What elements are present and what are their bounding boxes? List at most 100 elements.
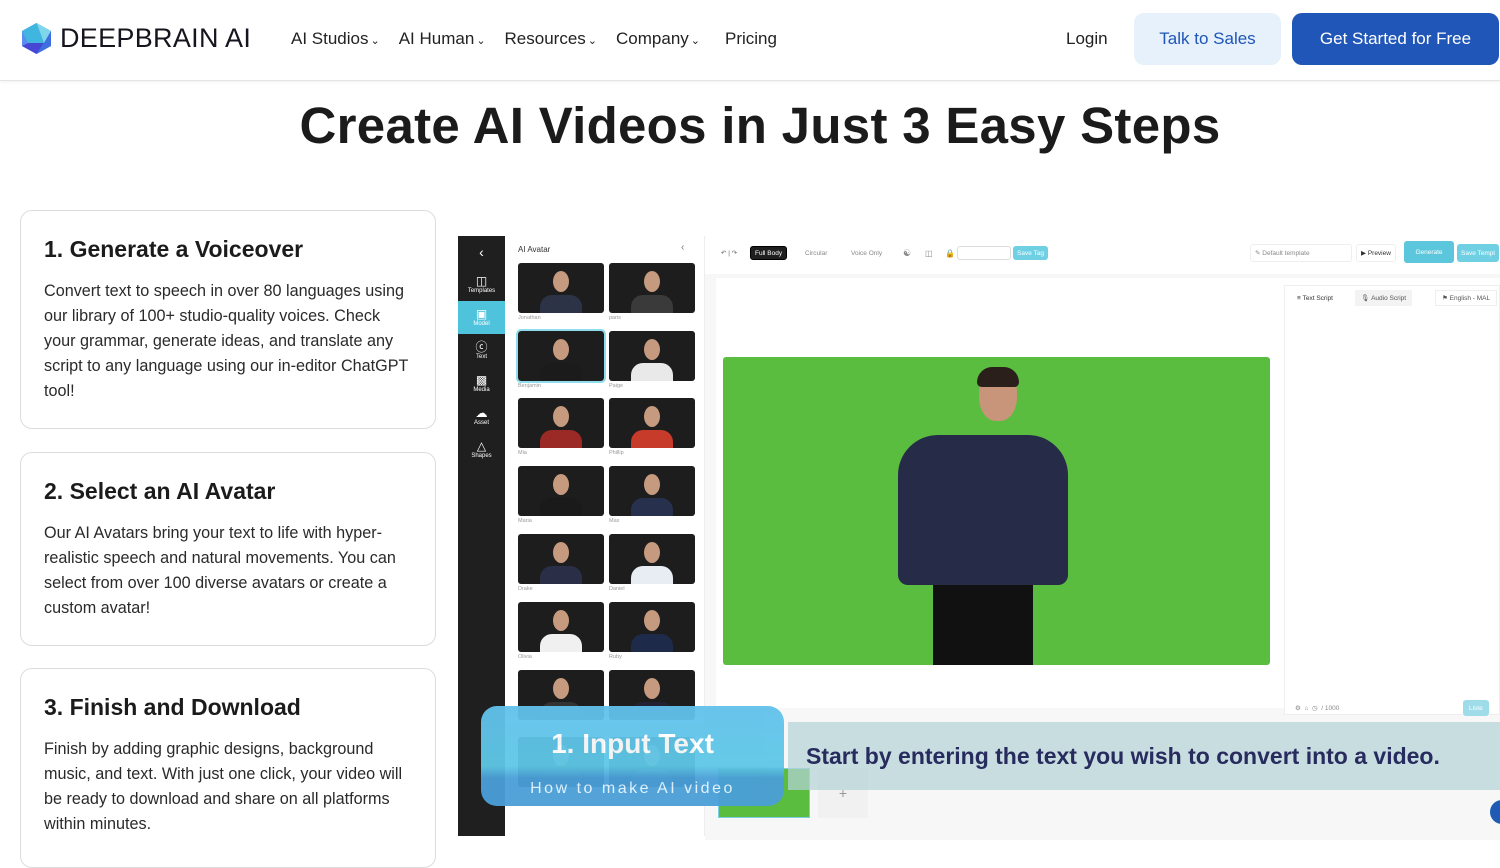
avatar-figure — [631, 634, 673, 652]
step-overlay-badge: 1. Input Text How to make AI video — [481, 706, 784, 806]
avatar-figure — [553, 474, 569, 495]
avatar-figure — [977, 367, 1019, 387]
nav-resources[interactable]: Resources ⌄ — [505, 29, 597, 49]
sidebar-item-text[interactable]: ⓒ Text — [458, 334, 505, 367]
avatar-thumbnail[interactable] — [609, 466, 695, 516]
sidebar-item-templates[interactable]: ◫ Templates — [458, 268, 505, 301]
avatar-thumbnail[interactable] — [518, 602, 604, 652]
avatar-figure — [553, 339, 569, 360]
brand-name: DEEPBRAIN AI — [60, 23, 252, 53]
language-label: English - MAL — [1449, 294, 1491, 302]
video-canvas[interactable] — [723, 357, 1270, 665]
preview-label: Preview — [1367, 249, 1391, 257]
avatar-figure — [644, 339, 660, 360]
avatar-thumbnail[interactable] — [516, 329, 606, 383]
avatar-swap-icon[interactable]: ☯ — [899, 246, 915, 260]
listen-button[interactable]: Liste — [1463, 700, 1489, 716]
chevron-down-icon: ⌄ — [587, 35, 598, 47]
preview-button[interactable]: ▶ Preview — [1356, 244, 1396, 262]
sidebar-item-media[interactable]: ▩ Media — [458, 367, 505, 400]
image-icon: ▩ — [475, 373, 488, 387]
voice-only-button[interactable]: Voice Only — [847, 246, 886, 260]
avatar-figure — [540, 295, 582, 313]
nav-company[interactable]: Company ⌄ — [616, 29, 700, 49]
sidebar-label: Media — [473, 387, 490, 393]
cloud-upload-icon: ☁ — [475, 406, 488, 420]
sidebar-label: Templates — [467, 288, 496, 294]
avatar-thumbnail[interactable] — [518, 263, 604, 313]
avatar-thumbnail[interactable] — [609, 602, 695, 652]
step-card-download: 3. Finish and Download Finish by adding … — [20, 668, 436, 868]
step-body: Convert text to speech in over 80 langua… — [44, 282, 409, 400]
nav-pricing[interactable]: Pricing — [725, 29, 777, 49]
nav-label: AI Studios — [291, 29, 369, 48]
avatar-figure — [553, 406, 569, 427]
script-footer: ⚙ ⌂ ◷ / 1000 — [1295, 704, 1340, 713]
avatar-figure — [644, 271, 660, 292]
avatar-name: Olivia — [518, 654, 532, 660]
avatar-thumbnail[interactable] — [609, 534, 695, 584]
avatar-figure — [540, 634, 582, 652]
avatar-thumbnail[interactable] — [609, 331, 695, 381]
avatar-figure — [644, 610, 660, 631]
layers-icon[interactable]: ◫ — [921, 246, 937, 260]
avatar-thumbnail[interactable] — [518, 534, 604, 584]
nav-label: AI Human — [398, 29, 475, 48]
sidebar-label: Asset — [473, 420, 489, 426]
shapes-icon: △ — [476, 439, 487, 453]
avatar-name: Drake — [518, 586, 533, 592]
full-body-button[interactable]: Full Body — [750, 246, 788, 260]
step-card-voiceover: 1. Generate a Voiceover Convert text to … — [20, 210, 436, 429]
avatar-figure — [631, 430, 673, 448]
panel-collapse-icon[interactable]: ‹ — [681, 242, 684, 253]
save-template-button[interactable]: Save Templ — [1457, 244, 1499, 262]
brand-logo[interactable]: DEEPBRAIN AI — [22, 23, 251, 54]
avatar-thumbnail[interactable] — [518, 398, 604, 448]
nav-ai-human[interactable]: AI Human ⌄ — [399, 29, 486, 49]
avatar-name: Maria — [518, 518, 532, 524]
tab-audio-script[interactable]: 🎙 Audio Script — [1355, 290, 1413, 306]
get-started-button[interactable]: Get Started for Free — [1292, 13, 1499, 65]
panel-title: AI Avatar — [518, 245, 551, 254]
tab-text-script[interactable]: ≡ Text Script — [1291, 290, 1339, 306]
tab-label: Audio Script — [1371, 294, 1407, 302]
avatar-name: Jonathan — [518, 315, 541, 321]
main-menu: AI Studios ⌄ AI Human ⌄ Resources ⌄ Company… — [291, 29, 777, 49]
sidebar-item-model[interactable]: ▣ Model — [458, 301, 505, 334]
tag-input[interactable] — [957, 246, 1011, 260]
generate-button[interactable]: Generate — [1404, 241, 1454, 263]
avatar-thumbnail[interactable] — [518, 466, 604, 516]
avatar-name: Mia — [518, 450, 527, 456]
nav-ai-studios[interactable]: AI Studios ⌄ — [291, 29, 380, 49]
avatar-figure — [631, 363, 673, 381]
avatar-figure — [631, 295, 673, 313]
avatar-name: Ruby — [609, 654, 622, 660]
deepbrain-logo-icon — [22, 23, 51, 54]
step-body: Our AI Avatars bring your text to life w… — [44, 524, 396, 617]
overlay-caption: Start by entering the text you wish to c… — [788, 722, 1500, 790]
script-panel: ≡ Text Script 🎙 Audio Script ⚑ English -… — [1284, 285, 1500, 716]
talk-to-sales-button[interactable]: Talk to Sales — [1134, 13, 1281, 65]
circular-button[interactable]: Circular — [801, 246, 831, 260]
undo-redo-icon[interactable]: ↶ | ↷ — [717, 246, 741, 260]
page-title: Create AI Videos in Just 3 Easy Steps — [299, 97, 1221, 154]
avatar-name: Daniel — [609, 586, 625, 592]
char-count: / 1000 — [1321, 704, 1340, 712]
avatar-name: Paige — [609, 383, 624, 389]
collapse-chevron-icon[interactable]: ‹ — [458, 236, 505, 268]
avatar-figure — [553, 271, 569, 292]
sidebar-item-asset[interactable]: ☁ Asset — [458, 400, 505, 433]
template-name-input[interactable]: ✎ Default template — [1250, 244, 1352, 262]
avatar-thumbnail[interactable] — [609, 263, 695, 313]
language-select[interactable]: ⚑ English - MAL — [1435, 290, 1498, 306]
step-title: 1. Generate a Voiceover — [44, 236, 304, 262]
sidebar-label: Text — [475, 354, 487, 360]
chevron-down-icon: ⌄ — [370, 35, 380, 47]
login-link[interactable]: Login — [1066, 29, 1108, 49]
avatar-name: Benjamin — [518, 383, 541, 389]
sidebar-item-shapes[interactable]: △ Shapes — [458, 433, 505, 466]
avatar-thumbnail[interactable] — [609, 398, 695, 448]
avatar-figure — [644, 542, 660, 563]
sidebar-label: Shapes — [471, 453, 492, 459]
save-tag-button[interactable]: Save Tag — [1013, 246, 1048, 260]
